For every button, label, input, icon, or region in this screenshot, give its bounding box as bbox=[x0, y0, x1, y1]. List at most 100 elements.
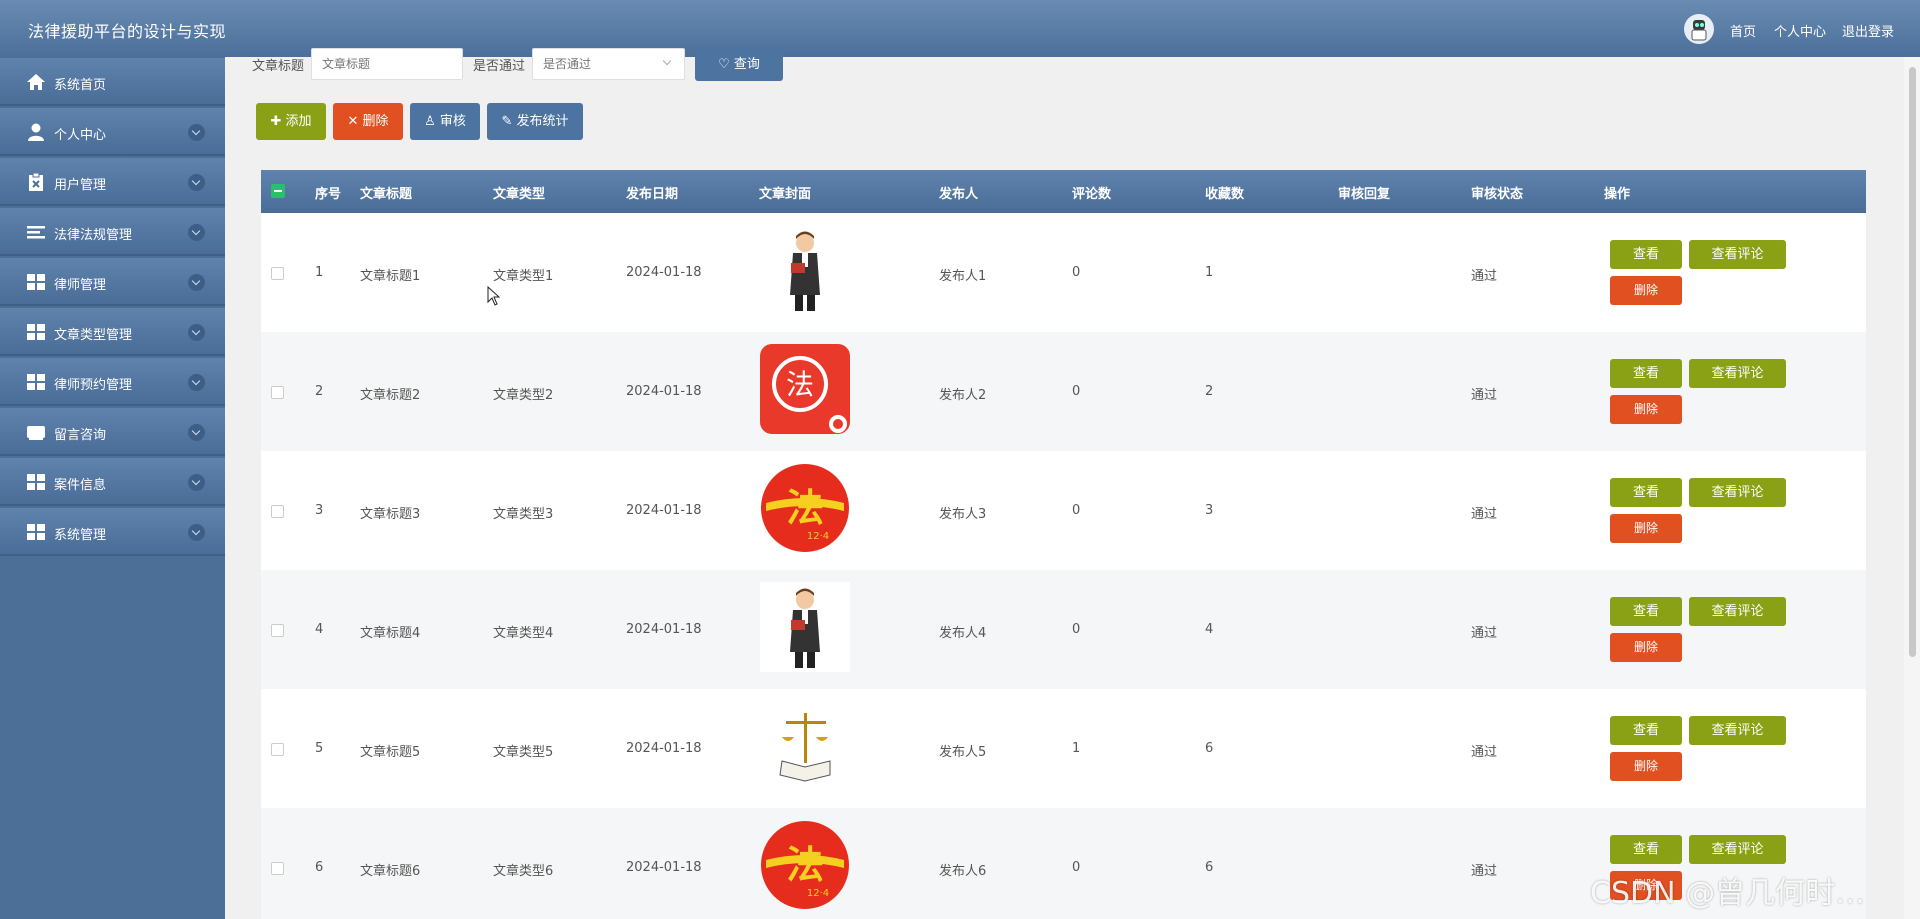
sidebar-item-home[interactable]: 系统首页 bbox=[0, 58, 225, 106]
view-comments-button[interactable]: 查看评论 bbox=[1689, 240, 1786, 269]
title-search-label: 文章标题 bbox=[252, 59, 305, 74]
sidebar-item-label: 法律法规管理 bbox=[54, 228, 133, 243]
chevron-down-icon bbox=[188, 224, 205, 241]
grid-icon bbox=[27, 474, 45, 490]
view-comments-button[interactable]: 查看评论 bbox=[1689, 835, 1786, 864]
nav-home-link[interactable]: 首页 bbox=[1730, 21, 1756, 40]
grid-icon bbox=[27, 324, 45, 340]
row-checkbox[interactable] bbox=[271, 743, 284, 756]
svg-text:法: 法 bbox=[786, 368, 814, 401]
cell-status: 通过 bbox=[1471, 745, 1498, 760]
cell-comments: 0 bbox=[1072, 265, 1081, 280]
cell-no: 5 bbox=[315, 741, 324, 756]
add-button[interactable]: ✚ 添加 bbox=[256, 103, 326, 140]
list-icon bbox=[27, 226, 45, 239]
cell-publisher: 发布人1 bbox=[939, 269, 987, 284]
sidebar-item-label: 留言咨询 bbox=[54, 428, 107, 443]
home-icon bbox=[27, 74, 45, 90]
row-delete-button[interactable]: 删除 bbox=[1610, 395, 1682, 424]
cell-date: 2024-01-18 bbox=[626, 622, 702, 637]
select-all-checkbox[interactable] bbox=[271, 184, 285, 198]
sidebar-item-label: 案件信息 bbox=[54, 478, 107, 493]
row-checkbox[interactable] bbox=[271, 505, 284, 518]
view-comments-button[interactable]: 查看评论 bbox=[1689, 597, 1786, 626]
view-button[interactable]: 查看 bbox=[1610, 716, 1682, 745]
cell-type: 文章类型5 bbox=[493, 745, 554, 760]
query-button-label: 查询 bbox=[733, 57, 760, 72]
cell-title: 文章标题4 bbox=[360, 626, 421, 641]
pass-filter-select[interactable] bbox=[532, 48, 685, 80]
audit-button[interactable]: ♙ 审核 bbox=[410, 103, 480, 140]
column-header: 审核状态 bbox=[1471, 187, 1524, 202]
title-search-input[interactable] bbox=[311, 48, 463, 80]
cell-status: 通过 bbox=[1471, 388, 1498, 403]
sidebar-item-appointments[interactable]: 律师预约管理 bbox=[0, 358, 225, 406]
heart-icon: ♡ bbox=[718, 57, 730, 72]
sidebar-item-system[interactable]: 系统管理 bbox=[0, 508, 225, 556]
view-comments-button[interactable]: 查看评论 bbox=[1689, 478, 1786, 507]
row-checkbox[interactable] bbox=[271, 386, 284, 399]
nav-logout-link[interactable]: 退出登录 bbox=[1842, 21, 1894, 40]
sidebar-item-messages[interactable]: 留言咨询 bbox=[0, 408, 225, 456]
cell-title: 文章标题1 bbox=[360, 269, 421, 284]
nav-profile-link[interactable]: 个人中心 bbox=[1774, 21, 1826, 40]
cell-favorites: 6 bbox=[1205, 741, 1214, 756]
cell-favorites: 6 bbox=[1205, 860, 1214, 875]
chevron-down-icon bbox=[188, 174, 205, 191]
page-scrollbar[interactable] bbox=[1904, 57, 1920, 919]
column-header: 发布人 bbox=[939, 187, 979, 202]
sidebar-item-cases[interactable]: 案件信息 bbox=[0, 458, 225, 506]
cell-no: 2 bbox=[315, 384, 324, 399]
cell-status: 通过 bbox=[1471, 269, 1498, 284]
stats-button-label: 发布统计 bbox=[516, 114, 569, 129]
view-button[interactable]: 查看 bbox=[1610, 359, 1682, 388]
sidebar-item-users[interactable]: 用户管理 bbox=[0, 158, 225, 206]
scroll-thumb[interactable] bbox=[1909, 67, 1916, 657]
sidebar-item-article-types[interactable]: 文章类型管理 bbox=[0, 308, 225, 356]
grid-icon bbox=[27, 274, 45, 290]
svg-text:12·4: 12·4 bbox=[807, 531, 829, 542]
cell-publisher: 发布人3 bbox=[939, 507, 987, 522]
table-row: 5 文章标题5 文章类型5 2024-01-18 发布人5 1 6 通过 查看 查看评论 删除 bbox=[261, 689, 1866, 808]
user-icon: ♙ bbox=[424, 114, 436, 129]
view-comments-button[interactable]: 查看评论 bbox=[1689, 716, 1786, 745]
plus-icon: ✚ bbox=[270, 114, 282, 129]
cell-no: 6 bbox=[315, 860, 324, 875]
avatar[interactable] bbox=[1684, 14, 1714, 44]
row-delete-button[interactable]: 删除 bbox=[1610, 276, 1682, 305]
clipboard-icon bbox=[29, 173, 43, 191]
cell-favorites: 2 bbox=[1205, 384, 1214, 399]
cell-date: 2024-01-18 bbox=[626, 860, 702, 875]
row-checkbox[interactable] bbox=[271, 267, 284, 280]
view-button[interactable]: 查看 bbox=[1610, 835, 1682, 864]
table-row: 4 文章标题4 文章类型4 2024-01-18 发布人4 0 4 通过 查看 查看评论 删除 bbox=[261, 570, 1866, 689]
view-button[interactable]: 查看 bbox=[1610, 478, 1682, 507]
row-checkbox[interactable] bbox=[271, 624, 284, 637]
sidebar-item-label: 个人中心 bbox=[54, 128, 107, 143]
chevron-down-icon bbox=[188, 274, 205, 291]
sidebar-item-label: 系统管理 bbox=[54, 528, 107, 543]
watermark: CSDN @曾几何时… bbox=[1590, 876, 1866, 911]
row-delete-button[interactable]: 删除 bbox=[1610, 633, 1682, 662]
cell-date: 2024-01-18 bbox=[626, 741, 702, 756]
cell-comments: 0 bbox=[1072, 503, 1081, 518]
query-button[interactable]: ♡ 查询 bbox=[695, 48, 783, 81]
view-button[interactable]: 查看 bbox=[1610, 240, 1682, 269]
view-comments-button[interactable]: 查看评论 bbox=[1689, 359, 1786, 388]
sidebar-item-label: 律师预约管理 bbox=[54, 378, 133, 393]
cell-status: 通过 bbox=[1471, 507, 1498, 522]
row-delete-button[interactable]: 删除 bbox=[1610, 514, 1682, 543]
sidebar-item-profile[interactable]: 个人中心 bbox=[0, 108, 225, 156]
delete-button[interactable]: ✕ 删除 bbox=[333, 103, 403, 140]
grid-icon bbox=[27, 524, 45, 540]
cell-title: 文章标题6 bbox=[360, 864, 421, 879]
sidebar-item-laws[interactable]: 法律法规管理 bbox=[0, 208, 225, 256]
cell-date: 2024-01-18 bbox=[626, 265, 702, 280]
view-button[interactable]: 查看 bbox=[1610, 597, 1682, 626]
table-header: 序号 文章标题 文章类型 发布日期 文章封面 发布人 评论数 收藏数 审核回复 … bbox=[261, 170, 1866, 213]
stats-button[interactable]: ✎ 发布统计 bbox=[487, 103, 583, 140]
sidebar-item-lawyers[interactable]: 律师管理 bbox=[0, 258, 225, 306]
row-checkbox[interactable] bbox=[271, 862, 284, 875]
row-delete-button[interactable]: 删除 bbox=[1610, 752, 1682, 781]
top-header: 法律援助平台的设计与实现 首页 个人中心 退出登录 bbox=[0, 0, 1920, 57]
